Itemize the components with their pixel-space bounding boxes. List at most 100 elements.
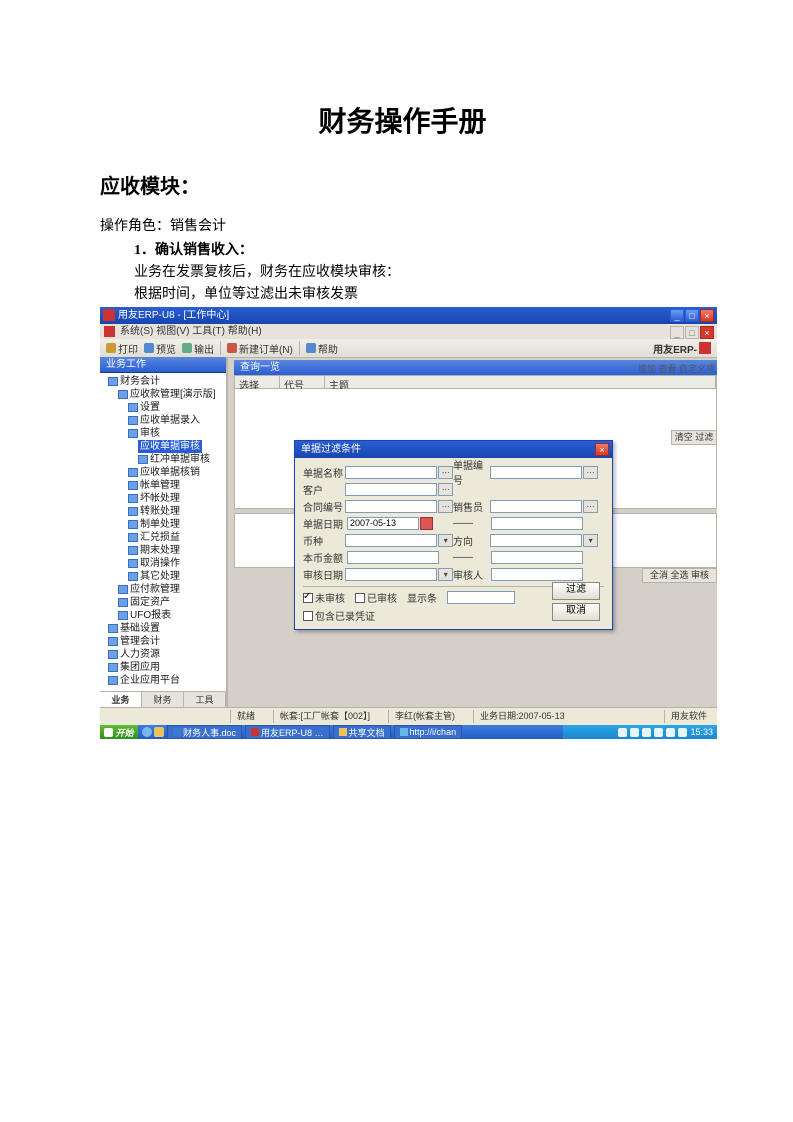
tree-item[interactable]: 管理会计 <box>104 635 226 648</box>
erp-screenshot: 用友ERP-U8 - [工作中心] _ □ × 系统(S) 视图(V) 工具(T… <box>100 307 717 739</box>
tree-item[interactable]: 固定资产 <box>104 596 226 609</box>
tree-item[interactable]: UFO报表 <box>104 609 226 622</box>
tree-item[interactable]: 取消操作 <box>104 557 226 570</box>
tree-item[interactable]: 财务会计 <box>104 375 226 388</box>
maximize-button[interactable]: □ <box>685 309 699 322</box>
tree-item[interactable]: 应收款管理[演示版] <box>104 388 226 401</box>
tree-item[interactable]: 审核 <box>104 427 226 440</box>
task-item-2[interactable]: 用友ERP-U8 … <box>245 725 330 739</box>
grid-col-select[interactable]: 选择 <box>235 376 280 388</box>
dialog-filter-button[interactable]: 过滤 <box>552 582 600 600</box>
field-input[interactable] <box>491 568 583 581</box>
side-actions-1[interactable]: 清空 过滤 <box>671 430 717 445</box>
lookup-button[interactable]: ⋯ <box>583 466 598 479</box>
field-input[interactable] <box>490 500 582 513</box>
display-count-input[interactable] <box>447 591 515 604</box>
dropdown-button[interactable]: ▾ <box>583 534 598 547</box>
dialog-cancel-button[interactable]: 取消 <box>552 603 600 621</box>
tree-item[interactable]: 设置 <box>104 401 226 414</box>
toolbar-preview[interactable]: 预览 <box>144 341 176 356</box>
tree-item[interactable]: 红冲单据审核 <box>104 453 226 466</box>
tree-item[interactable]: 应收单据核销 <box>104 466 226 479</box>
lookup-button[interactable]: ⋯ <box>438 466 453 479</box>
tree-item[interactable]: 应收单据录入 <box>104 414 226 427</box>
start-button[interactable]: 开始 <box>100 725 138 739</box>
checkbox-audited[interactable] <box>355 593 365 603</box>
field-label: 单据日期 <box>303 516 347 531</box>
sidebar-tab-business[interactable]: 业务 <box>100 692 142 708</box>
tree-item-selected[interactable]: 应收单据审核 <box>138 440 202 453</box>
grid-col-code[interactable]: 代号 <box>280 376 325 388</box>
lookup-button[interactable]: ⋯ <box>438 483 453 496</box>
tree-item[interactable]: 企业应用平台 <box>104 674 226 687</box>
tray-icon[interactable] <box>678 728 687 737</box>
quicklaunch-desktop-icon[interactable] <box>154 727 164 737</box>
checkbox-unaudited[interactable] <box>303 593 313 603</box>
folder-icon <box>108 377 118 386</box>
tree-item[interactable]: 汇兑损益 <box>104 531 226 544</box>
sidebar-tab-finance[interactable]: 财务 <box>142 692 184 708</box>
side-actions-2[interactable]: 全消 全选 审核 <box>642 568 717 583</box>
export-icon <box>182 343 192 353</box>
task-item-4[interactable]: http://i/chan <box>394 725 463 739</box>
folder-icon <box>128 520 138 529</box>
dropdown-button[interactable]: ▾ <box>438 568 453 581</box>
field-input[interactable] <box>490 534 582 547</box>
inner-close-button[interactable]: × <box>700 326 714 339</box>
tray-icon[interactable] <box>642 728 651 737</box>
inner-minimize-button[interactable]: _ <box>670 326 684 339</box>
toolbar-export[interactable]: 输出 <box>182 341 214 356</box>
tray-icon[interactable] <box>630 728 639 737</box>
toolbar-print[interactable]: 打印 <box>106 341 138 356</box>
dialog-close-button[interactable]: × <box>595 443 609 456</box>
field-input[interactable] <box>345 500 437 513</box>
dropdown-button[interactable]: ▾ <box>438 534 453 547</box>
app-icon <box>103 309 115 321</box>
field-input[interactable] <box>491 551 583 564</box>
sidebar-tree[interactable]: 财务会计应收款管理[演示版]设置应收单据录入审核应收单据审核红冲单据审核应收单据… <box>100 373 226 691</box>
tray-icon[interactable] <box>618 728 627 737</box>
new-icon <box>227 343 237 353</box>
tray-icon[interactable] <box>654 728 663 737</box>
field-input[interactable] <box>345 534 437 547</box>
minimize-button[interactable]: _ <box>670 309 684 322</box>
tray-icon[interactable] <box>666 728 675 737</box>
field-input[interactable] <box>491 517 583 530</box>
field-input[interactable] <box>345 568 437 581</box>
preview-icon <box>144 343 154 353</box>
quicklaunch-ie-icon[interactable] <box>142 727 152 737</box>
toolbar-help[interactable]: 帮助 <box>306 341 338 356</box>
inner-restore-button[interactable]: □ <box>685 326 699 339</box>
field-input[interactable] <box>345 466 437 479</box>
task-item-3[interactable]: 共享文档 <box>333 725 391 739</box>
field-input[interactable] <box>347 551 439 564</box>
toolbar-new-order[interactable]: 新建订单(N) <box>227 341 293 356</box>
tree-item[interactable]: 基础设置 <box>104 622 226 635</box>
task-item-1[interactable]: 财务人事.doc <box>167 725 242 739</box>
sidebar-tab-tools[interactable]: 工具 <box>184 692 226 708</box>
tree-item[interactable]: 集团应用 <box>104 661 226 674</box>
print-icon <box>106 343 116 353</box>
tree-item[interactable]: 人力资源 <box>104 648 226 661</box>
tree-item[interactable]: 帐单管理 <box>104 479 226 492</box>
word-icon <box>173 728 181 736</box>
tree-item[interactable]: 转账处理 <box>104 505 226 518</box>
tree-item[interactable]: 制单处理 <box>104 518 226 531</box>
field-input[interactable] <box>490 466 582 479</box>
tree-item[interactable]: 坏帐处理 <box>104 492 226 505</box>
field-input[interactable] <box>345 483 437 496</box>
checkbox-include-vouchered[interactable] <box>303 611 313 621</box>
close-button[interactable]: × <box>700 309 714 322</box>
lookup-button[interactable]: ⋯ <box>438 500 453 513</box>
tree-item[interactable]: 其它处理 <box>104 570 226 583</box>
inner-menu-text[interactable]: 系统(S) 视图(V) 工具(T) 帮助(H) <box>120 326 262 337</box>
folder-icon <box>108 663 118 672</box>
tree-item[interactable]: 应付款管理 <box>104 583 226 596</box>
role-line: 操作角色：销售会计 <box>100 217 705 237</box>
lookup-button[interactable]: ⋯ <box>583 500 598 513</box>
grid-col-subject[interactable]: 主题 <box>325 376 716 388</box>
field-input[interactable] <box>347 517 419 530</box>
tree-item[interactable]: 期末处理 <box>104 544 226 557</box>
system-tray[interactable]: 15:33 <box>563 725 717 739</box>
calendar-icon[interactable] <box>420 517 433 530</box>
